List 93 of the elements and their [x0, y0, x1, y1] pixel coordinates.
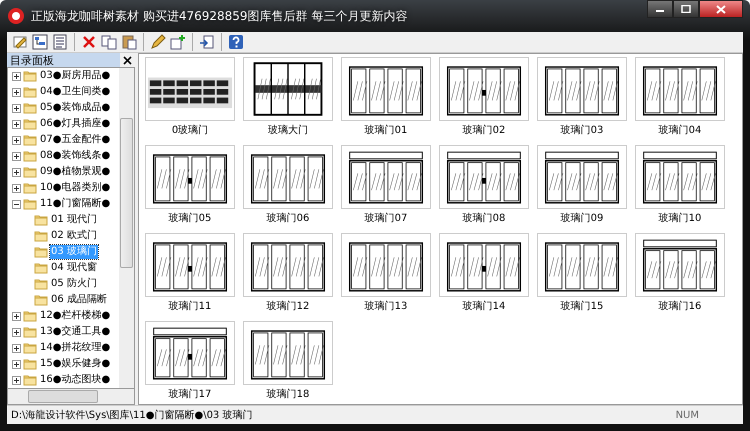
thumbnail-label: 玻璃门11 — [168, 300, 212, 313]
folder-icon — [23, 85, 37, 99]
thumbnail-label: 玻璃门01 — [364, 124, 408, 137]
thumbnail-label: 玻璃门03 — [560, 124, 604, 137]
folder-icon — [34, 293, 48, 307]
thumbnail-label: 玻璃门04 — [658, 124, 702, 137]
thumbnail-label: 0玻璃门 — [172, 124, 208, 137]
expander-icon[interactable] — [12, 88, 21, 96]
tree-item[interactable]: 06 成品隔断 — [50, 293, 108, 307]
thumbnail-label: 玻璃门07 — [364, 212, 408, 225]
expander-icon[interactable] — [12, 168, 21, 176]
thumbnail-label: 玻璃门06 — [266, 212, 310, 225]
folder-icon — [23, 165, 37, 179]
expander-icon[interactable] — [12, 120, 21, 128]
tree-item[interactable]: 09●植物景观● — [39, 165, 112, 179]
thumbnail-label: 玻璃门02 — [462, 124, 506, 137]
thumbnail-label: 玻璃门18 — [266, 388, 310, 401]
tree-item[interactable]: 01 现代门 — [50, 213, 98, 227]
tree-item[interactable]: 08●装饰线条● — [39, 149, 112, 163]
tree-item[interactable]: 11●门窗隔断● — [39, 197, 112, 211]
tree-item[interactable]: 02 欧式门 — [50, 229, 98, 243]
thumbnail-label: 玻璃门15 — [560, 300, 604, 313]
expander-icon[interactable] — [12, 328, 21, 336]
folder-icon — [23, 373, 37, 387]
folder-icon — [23, 101, 37, 115]
tree-item[interactable]: 05●装饰成品● — [39, 101, 112, 115]
folder-icon — [34, 213, 48, 227]
folder-icon — [23, 69, 37, 83]
thumbnail-label: 玻璃门10 — [658, 212, 702, 225]
help-icon[interactable] — [227, 33, 245, 51]
horizontal-scrollbar[interactable] — [7, 389, 135, 405]
tree-item[interactable]: 13●交通工具● — [39, 325, 112, 339]
folder-icon — [34, 229, 48, 243]
thumbnail-label: 玻璃门12 — [266, 300, 310, 313]
folder-icon — [23, 341, 37, 355]
folder-icon — [23, 309, 37, 323]
thumbnail-label: 玻璃门08 — [462, 212, 506, 225]
tree-item[interactable]: 15●娱乐健身● — [39, 357, 112, 371]
panel-title: 目录面板 — [7, 52, 120, 68]
tree-item[interactable]: 05 防火门 — [50, 277, 98, 291]
expander-icon[interactable] — [12, 152, 21, 160]
tree-item[interactable]: 12●栏杆楼梯● — [39, 309, 112, 323]
expander-icon[interactable] — [12, 376, 21, 384]
folder-icon — [23, 133, 37, 147]
thumbnail-label: 玻璃门14 — [462, 300, 506, 313]
tree-item[interactable]: 04 现代窗 — [50, 261, 98, 275]
folder-icon — [34, 245, 48, 259]
vertical-scrollbar[interactable] — [119, 68, 134, 388]
copy-icon[interactable] — [100, 33, 118, 51]
expander-icon[interactable] — [12, 312, 21, 320]
expander-icon[interactable] — [12, 136, 21, 144]
tree-item[interactable]: 03●厨房用品● — [39, 69, 112, 83]
close-icon — [716, 4, 726, 14]
maximize-icon — [681, 5, 691, 13]
thumbnail-label: 玻璃门13 — [364, 300, 408, 313]
expander-icon[interactable] — [12, 72, 21, 80]
tree-item[interactable]: 06●灯具插座● — [39, 117, 112, 131]
tree-item[interactable]: 04●卫生间类● — [39, 85, 112, 99]
folder-icon — [34, 277, 48, 291]
export-icon[interactable] — [198, 33, 216, 51]
tree-item[interactable]: 10●电器类别● — [39, 181, 112, 195]
thumbnail-label: 玻璃门05 — [168, 212, 212, 225]
window-title: 正版海龙咖啡树素材 购买进476928859图库售后群 每三个月更新内容 — [31, 8, 408, 24]
folder-icon — [34, 261, 48, 275]
expander-icon[interactable] — [12, 360, 21, 368]
folder-icon — [23, 149, 37, 163]
pen-icon[interactable] — [149, 33, 167, 51]
thumbnail-label: 玻璃门16 — [658, 300, 702, 313]
expander-icon[interactable] — [12, 104, 21, 112]
folder-icon — [23, 197, 37, 211]
folder-icon — [23, 117, 37, 131]
tree-item[interactable]: 14●拼花纹理● — [39, 341, 112, 355]
close-button[interactable] — [699, 0, 743, 18]
tree-item[interactable]: 07●五金配件● — [39, 133, 112, 147]
expander-icon[interactable] — [12, 200, 21, 208]
num-lock-indicator: NUM — [676, 410, 700, 420]
tree-view-icon[interactable] — [31, 33, 49, 51]
add-item-icon[interactable] — [169, 33, 187, 51]
maximize-button[interactable] — [673, 0, 699, 18]
thumbnail-label: 玻璃门09 — [560, 212, 604, 225]
tree-item[interactable]: 16●动态图块● — [39, 373, 112, 387]
thumbnail-label: 玻璃大门 — [268, 124, 308, 137]
paste-icon[interactable] — [120, 33, 138, 51]
app-logo-icon — [7, 7, 25, 25]
expander-icon[interactable] — [12, 184, 21, 192]
status-path: D:\海龍设计软件\Sys\图库\11●门窗隔断●\03 玻璃门 — [11, 408, 252, 422]
thumbnail-label: 玻璃门17 — [168, 388, 212, 401]
expander-icon[interactable] — [12, 344, 21, 352]
folder-icon — [23, 181, 37, 195]
minimize-button[interactable] — [647, 0, 673, 18]
list-view-icon[interactable] — [51, 33, 69, 51]
folder-icon — [23, 325, 37, 339]
folder-icon — [23, 357, 37, 371]
